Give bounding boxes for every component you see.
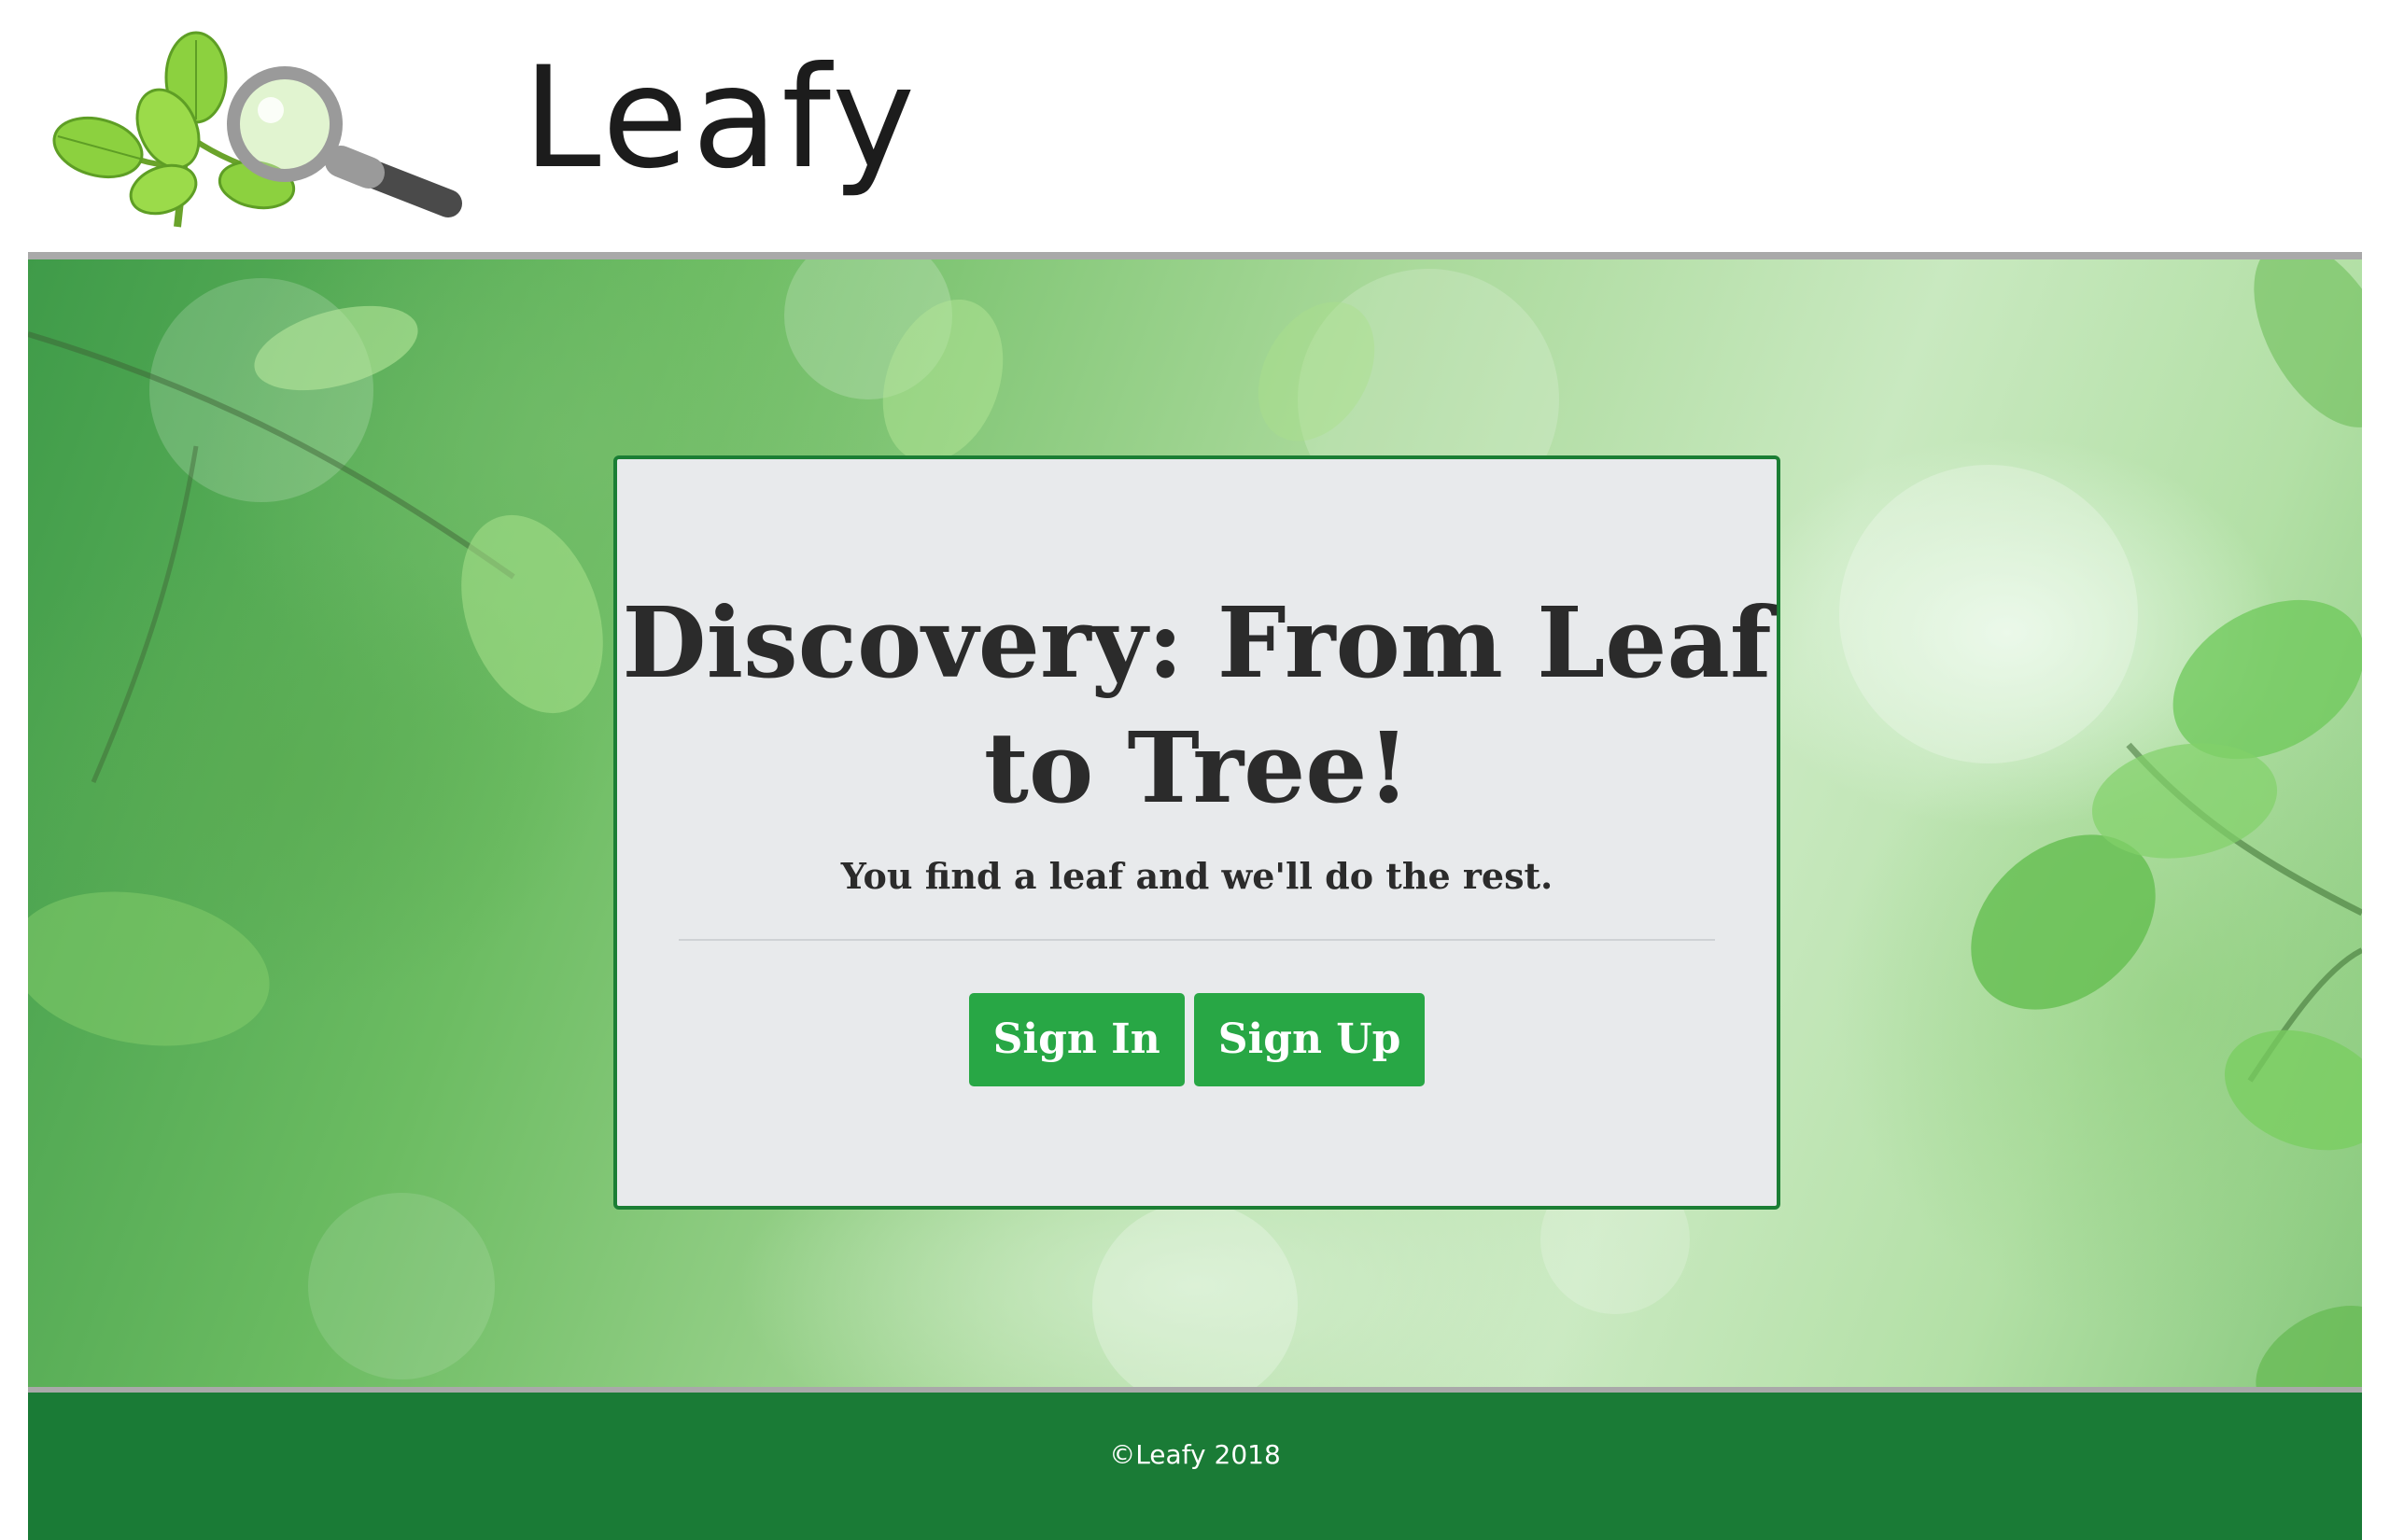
welcome-card: Discovery: From Leaf to Tree! You find a… <box>613 455 1780 1210</box>
divider <box>679 939 1715 941</box>
footer-copyright: ©Leafy 2018 <box>1109 1439 1281 1470</box>
sign-in-button[interactable]: Sign In <box>968 993 1185 1086</box>
hero-title: Discovery: From Leaf to Tree! <box>622 585 1772 825</box>
brand-name: Leafy <box>523 37 920 200</box>
site-header: Leafy <box>0 0 2390 250</box>
leaf-magnifier-icon <box>52 31 462 228</box>
page: Leafy Discovery: From Leaf to Tree! You … <box>0 0 2390 1540</box>
hero-subtitle: You find a leaf and we'll do the rest. <box>840 855 1554 897</box>
logo[interactable] <box>47 26 476 241</box>
hero-section: Discovery: From Leaf to Tree! You find a… <box>28 252 2362 1393</box>
sign-up-button[interactable]: Sign Up <box>1193 993 1426 1086</box>
site-footer: ©Leafy 2018 <box>28 1393 2362 1540</box>
auth-buttons: Sign In Sign Up <box>617 993 1777 1086</box>
